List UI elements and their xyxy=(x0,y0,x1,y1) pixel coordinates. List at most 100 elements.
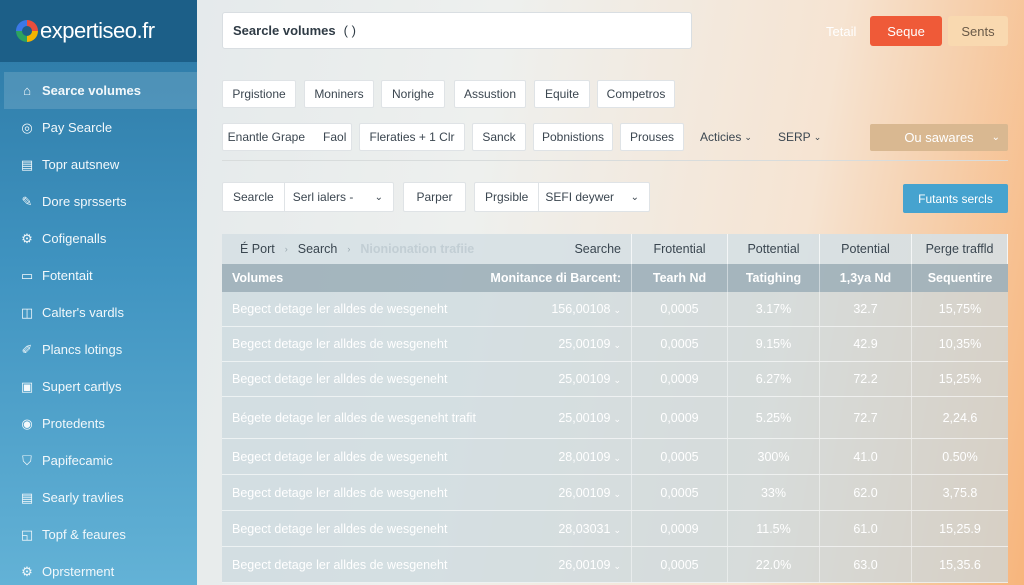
secondary-button[interactable]: Sents xyxy=(948,16,1008,46)
metric-cell-2: 0,0005 xyxy=(632,439,728,474)
sidebar-item-label: Topr autsnew xyxy=(42,157,120,172)
sidebar-item[interactable]: ◎ Pay Searcle xyxy=(0,109,197,146)
header-col3[interactable]: Pottential xyxy=(728,234,820,264)
chip-9[interactable]: Pobnistions xyxy=(533,123,613,151)
table-row[interactable]: Bégete detage ler alldes de wesgeneht tr… xyxy=(222,397,1008,439)
metric-cell-2: 0,0005 xyxy=(632,327,728,361)
sidebar-item[interactable]: ◱ Topf & feaures xyxy=(0,516,197,553)
serp-dropdown[interactable]: SERP ⌄ xyxy=(778,123,821,151)
subheader-col5[interactable]: Sequentire xyxy=(912,264,1008,292)
metric-cell-3: 3.17% xyxy=(728,292,820,326)
volume-text: 156,00108 xyxy=(551,302,611,316)
sidebar-item[interactable]: ✎ Dore sprsserts xyxy=(0,183,197,220)
brand-logo[interactable]: expertiseo.fr xyxy=(0,0,197,62)
metric-cell-4: 61.0 xyxy=(820,511,912,546)
metric-cell-3: 33% xyxy=(728,475,820,510)
header-cell-group: É Port › Search › Nionionation trafiie S… xyxy=(222,234,632,264)
header-col4[interactable]: Potential xyxy=(820,234,912,264)
filter-serp-label: Prgsible xyxy=(485,190,529,204)
volume-value[interactable]: 25,00109 ⌄ xyxy=(558,411,621,425)
metric-cell-4: 63.0 xyxy=(820,547,912,582)
sidebar-item[interactable]: ▭ Fotentait xyxy=(0,257,197,294)
sidebar-item[interactable]: ▤ Topr autsnew xyxy=(0,146,197,183)
chevron-down-icon: ⌄ xyxy=(744,131,752,142)
chip-5[interactable]: Equite xyxy=(534,80,590,108)
chip-7[interactable]: Fleraties + 1 Clr xyxy=(359,123,465,151)
sidebar-item[interactable]: ▣ Supert cartlys xyxy=(0,368,197,405)
volume-value[interactable]: 156,00108 ⌄ xyxy=(551,302,621,316)
search-marker: ( ) xyxy=(343,23,356,38)
table-row[interactable]: Begect detage ler alldes de wesgeneht 28,… xyxy=(222,511,1008,547)
chip-group-b: Faol xyxy=(323,130,347,144)
table-row[interactable]: Begect detage ler alldes de wesgeneht 26,… xyxy=(222,475,1008,511)
table-row[interactable]: Begect detage ler alldes de wesgeneht 156… xyxy=(222,292,1008,327)
chip-6[interactable]: Competros xyxy=(597,80,675,108)
chip-2[interactable]: Moniners xyxy=(304,80,374,108)
filter-single[interactable]: Parper xyxy=(403,182,466,212)
search-input[interactable]: Searcle volumes ( ) xyxy=(222,12,692,49)
metric-cell-5: 15,75% xyxy=(938,302,982,316)
keyword-cell: Begect detage ler alldes de wesgeneht 156… xyxy=(222,292,632,326)
top-link[interactable]: Tetail xyxy=(826,24,856,39)
chip-8[interactable]: Sanck xyxy=(472,123,526,151)
keyword-cell: Begect detage ler alldes de wesgeneht 26,… xyxy=(222,547,632,582)
sidebar-item[interactable]: ✐ Plancs lotings xyxy=(0,331,197,368)
volume-value[interactable]: 25,00109 ⌄ xyxy=(558,337,621,351)
chip-4[interactable]: Assustion xyxy=(454,80,526,108)
header-col5[interactable]: Perge traffld xyxy=(912,234,1008,264)
sidebar-item-label: Fotentait xyxy=(42,268,93,283)
chevron-right-icon: › xyxy=(347,244,351,254)
options-dropdown[interactable]: Ou sawares ⌄ xyxy=(870,124,1008,151)
sidebar-item-label: Papifecamic xyxy=(42,453,113,468)
chevron-down-icon: ⌄ xyxy=(991,132,1000,143)
target-icon: ◎ xyxy=(21,119,33,135)
sidebar-item[interactable]: ▤ Searly travlies xyxy=(0,479,197,516)
logo-icon xyxy=(16,20,38,42)
metric-cell-2: 0,0009 xyxy=(632,397,728,438)
chip-group[interactable]: Enantle Grape Faol xyxy=(222,123,352,151)
sidebar-item[interactable]: ⚙ Cofigenalls xyxy=(0,220,197,257)
sidebar-item-label: Topf & feaures xyxy=(42,527,126,542)
metric-cell-5: 2,24.6 xyxy=(942,410,978,425)
subheader-col2[interactable]: Tearh Nd xyxy=(632,264,728,292)
table-row[interactable]: Begect detage ler alldes de wesgeneht 25,… xyxy=(222,362,1008,397)
volume-value[interactable]: 26,00109 ⌄ xyxy=(558,486,621,500)
subheader-volumes[interactable]: Volumes xyxy=(232,271,283,285)
sidebar-item-label: Searly travlies xyxy=(42,490,124,505)
sidebar-item[interactable]: ⛉ Papifecamic xyxy=(0,442,197,479)
sidebar-item[interactable]: ⚙ Oprsterment xyxy=(0,553,197,585)
table-row[interactable]: Begect detage ler alldes de wesgeneht 25,… xyxy=(222,327,1008,362)
filter-search[interactable]: Searcle Serl ialers - ⌄ xyxy=(222,182,394,212)
chat-icon: ◱ xyxy=(20,526,34,542)
chip-3[interactable]: Norighe xyxy=(381,80,445,108)
table-row[interactable]: Begect detage ler alldes de wesgeneht 28,… xyxy=(222,439,1008,475)
sidebar-item[interactable]: ⌂ Searce volumes xyxy=(4,72,197,109)
metric-cell-3: 6.27% xyxy=(728,362,820,396)
volume-value[interactable]: 28,00109 ⌄ xyxy=(558,450,621,464)
action-button[interactable]: Futants sercls xyxy=(903,184,1008,213)
header-port[interactable]: É Port xyxy=(240,242,275,256)
header-search[interactable]: Search xyxy=(298,242,338,256)
subheader-monitance[interactable]: Monitance di Barcent: xyxy=(490,271,621,285)
chip-1[interactable]: Prgistione xyxy=(222,80,296,108)
subheader-col3[interactable]: Tatighing xyxy=(728,264,820,292)
header-searche[interactable]: Searche xyxy=(574,242,621,256)
volume-value[interactable]: 25,00109 ⌄ xyxy=(558,372,621,386)
header-col2[interactable]: Frotential xyxy=(632,234,728,264)
metric-cell-3: 11.5% xyxy=(728,511,820,546)
metric-cell-2: 0,0005 xyxy=(632,292,728,326)
articles-dropdown[interactable]: Acticies ⌄ xyxy=(700,123,752,151)
shield-icon: ⛉ xyxy=(22,452,32,468)
table-body: Begect detage ler alldes de wesgeneht 156… xyxy=(222,292,1008,583)
filter-serp[interactable]: Prgsible SEFI deywer ⌄ xyxy=(474,182,650,212)
sidebar-item[interactable]: ◫ Calter's vardls xyxy=(0,294,197,331)
chip-10[interactable]: Prouses xyxy=(620,123,684,151)
sidebar-item[interactable]: ◉ Protedents xyxy=(0,405,197,442)
header-traffic[interactable]: Nionionation trafiie xyxy=(360,242,474,256)
sidebar-item-label: Protedents xyxy=(42,416,105,431)
primary-button[interactable]: Seque xyxy=(870,16,942,46)
table-row[interactable]: Begect detage ler alldes de wesgeneht 26,… xyxy=(222,547,1008,583)
volume-value[interactable]: 26,00109 ⌄ xyxy=(558,558,621,572)
subheader-col4[interactable]: 1,3ya Nd xyxy=(820,264,912,292)
volume-value[interactable]: 28,03031 ⌄ xyxy=(558,522,621,536)
